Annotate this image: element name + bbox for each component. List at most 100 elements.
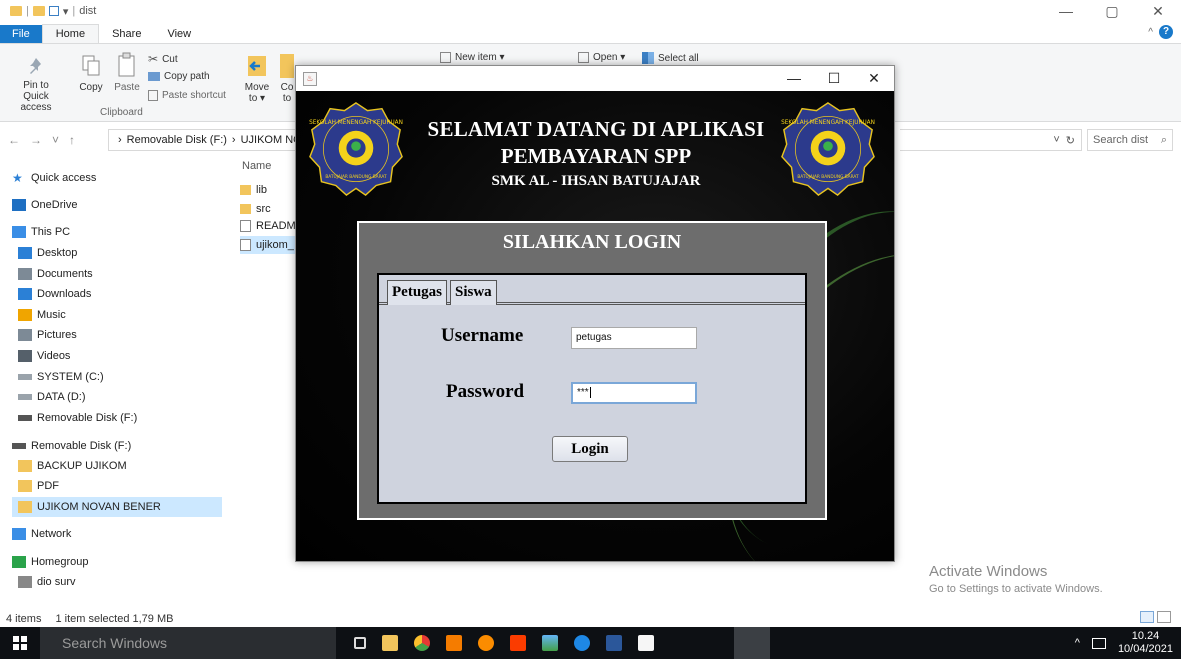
app-close-button[interactable]: ✕ bbox=[854, 66, 894, 91]
nav-item[interactable]: PDF bbox=[18, 476, 59, 496]
recent-dropdown-icon[interactable]: ˅ bbox=[52, 133, 59, 147]
breadcrumb[interactable]: › Removable Disk (F:) › UJIKOM NO bbox=[108, 129, 298, 151]
breadcrumb-item[interactable]: UJIKOM NO bbox=[241, 134, 297, 146]
paste-button[interactable]: Paste bbox=[112, 44, 142, 93]
paste-shortcut-button[interactable]: Paste shortcut bbox=[148, 90, 226, 101]
search-box[interactable]: Search dist ⌕ bbox=[1087, 129, 1173, 151]
checkbox-icon[interactable] bbox=[48, 6, 59, 16]
tab-file[interactable]: File bbox=[0, 25, 42, 44]
notification-icon[interactable] bbox=[1091, 637, 1106, 649]
file-row[interactable]: src bbox=[240, 200, 300, 218]
paste-shortcut-icon bbox=[148, 90, 158, 101]
breadcrumb-item[interactable]: Removable Disk (F:) bbox=[127, 134, 227, 146]
dropdown-icon[interactable]: ▾ bbox=[63, 5, 69, 18]
app-maximize-button[interactable]: ☐ bbox=[814, 66, 854, 91]
forward-arrow-icon[interactable]: → bbox=[30, 133, 42, 147]
clock[interactable]: 10.24 10/04/2021 bbox=[1118, 630, 1173, 656]
sublime-text-icon[interactable] bbox=[446, 635, 462, 651]
nav-item[interactable]: Videos bbox=[18, 346, 70, 366]
start-button[interactable] bbox=[0, 627, 40, 659]
file-row[interactable]: READMI bbox=[240, 217, 300, 235]
select-all-button[interactable]: Select all bbox=[642, 52, 699, 64]
taskbar-search-input[interactable]: Search Windows bbox=[62, 635, 167, 651]
task-view-icon[interactable] bbox=[354, 637, 366, 649]
copy-button[interactable]: Copy bbox=[78, 44, 104, 93]
folder-icon[interactable] bbox=[32, 6, 45, 16]
xampp-icon[interactable] bbox=[478, 635, 494, 651]
refresh-icon[interactable]: ↻ bbox=[1066, 134, 1075, 147]
file-row[interactable]: ujikom_ bbox=[240, 236, 300, 254]
nav-item[interactable]: Removable Disk (F:) bbox=[12, 436, 131, 456]
search-input[interactable]: Search dist bbox=[1093, 134, 1148, 146]
chevron-up-icon[interactable]: ^ bbox=[1075, 637, 1080, 649]
nav-item-label: DATA (D:) bbox=[37, 391, 86, 403]
maximize-button[interactable]: ▢ bbox=[1089, 0, 1135, 22]
edge-icon[interactable] bbox=[574, 635, 590, 651]
large-icons-view-icon[interactable] bbox=[1157, 611, 1171, 623]
nav-item[interactable]: Pictures bbox=[18, 325, 77, 345]
nav-item[interactable]: OneDrive bbox=[12, 195, 77, 215]
chevron-up-icon[interactable]: ^ bbox=[1148, 27, 1153, 38]
java-icon: ♨ bbox=[303, 71, 317, 86]
nav-item[interactable]: ★ Quick access bbox=[12, 168, 96, 188]
nav-item[interactable]: Homegroup bbox=[12, 552, 88, 572]
nav-item[interactable]: SYSTEM (C:) bbox=[18, 367, 104, 387]
star-icon: ★ bbox=[12, 171, 23, 185]
login-app-window: ♨ — ☐ ✕ SEKOLAH MENENGAH KEJURUAN BATUJA… bbox=[295, 65, 895, 562]
cut-button[interactable]: ✂ Cut bbox=[148, 52, 178, 66]
password-field[interactable]: *** bbox=[571, 382, 697, 404]
scissors-icon: ✂ bbox=[148, 52, 159, 66]
username-field[interactable]: petugas bbox=[571, 327, 697, 349]
logo-text: BATUJAJAR BANDUNG BARAT bbox=[797, 174, 859, 180]
nav-item[interactable]: Music bbox=[18, 305, 66, 325]
taskbar-search[interactable]: Search Windows bbox=[40, 627, 336, 659]
nav-item[interactable]: DATA (D:) bbox=[18, 387, 85, 407]
new-item-button[interactable]: New item ▾ bbox=[440, 52, 504, 63]
app-window-controls: — ☐ ✕ bbox=[774, 66, 894, 91]
nav-item[interactable]: Downloads bbox=[18, 284, 91, 304]
minimize-button[interactable]: — bbox=[1043, 0, 1089, 22]
close-button[interactable]: ✕ bbox=[1135, 0, 1181, 22]
column-header-name[interactable]: Name bbox=[242, 160, 271, 172]
up-arrow-icon[interactable]: ↑ bbox=[69, 133, 75, 147]
back-arrow-icon[interactable]: ← bbox=[8, 133, 20, 147]
network-icon bbox=[12, 528, 26, 540]
nav-item[interactable]: This PC bbox=[12, 222, 70, 242]
pin-to-quick-access-button[interactable]: Pin to Quick access bbox=[10, 44, 62, 113]
nav-item[interactable]: Documents bbox=[18, 264, 93, 284]
java-app-icon[interactable] bbox=[638, 635, 654, 651]
chevron-down-icon[interactable]: ˅ bbox=[1053, 134, 1059, 146]
nav-item[interactable]: Removable Disk (F:) bbox=[18, 408, 137, 428]
open-button[interactable]: Open ▾ bbox=[578, 52, 625, 63]
nav-item[interactable]: Desktop bbox=[18, 243, 77, 263]
file-name: READMI bbox=[256, 220, 299, 232]
nav-item[interactable]: UJIKOM NOVAN BENER bbox=[12, 497, 222, 517]
tab-siswa[interactable]: Siswa bbox=[450, 280, 497, 305]
details-view-icon[interactable] bbox=[1140, 611, 1154, 623]
window-title: dist bbox=[79, 5, 97, 17]
word-icon[interactable] bbox=[606, 635, 622, 651]
nav-item[interactable]: BACKUP UJIKOM bbox=[18, 456, 127, 476]
nav-item[interactable]: dio surv bbox=[18, 572, 76, 592]
copy-to-button[interactable]: Co to bbox=[280, 44, 294, 104]
login-button[interactable]: Login bbox=[552, 436, 628, 462]
nav-item[interactable]: Network bbox=[12, 524, 71, 544]
cloud-icon bbox=[12, 199, 26, 211]
tab-share[interactable]: Share bbox=[99, 25, 154, 44]
tab-petugas[interactable]: Petugas bbox=[387, 280, 447, 305]
file-row[interactable]: lib bbox=[240, 181, 300, 199]
nav-item-label: Documents bbox=[37, 268, 93, 280]
help-icon[interactable]: ? bbox=[1159, 25, 1173, 39]
move-to-button[interactable]: Move to ▾ bbox=[244, 44, 270, 104]
chrome-icon[interactable] bbox=[414, 635, 430, 651]
nav-item-label: Network bbox=[31, 528, 72, 540]
file-explorer-icon[interactable] bbox=[382, 635, 398, 651]
photos-icon[interactable] bbox=[542, 635, 558, 651]
nav-item-label: This PC bbox=[31, 226, 71, 238]
xampp-control-icon[interactable] bbox=[510, 635, 526, 651]
tab-view[interactable]: View bbox=[154, 25, 204, 44]
downloads-icon bbox=[18, 288, 32, 300]
tab-home[interactable]: Home bbox=[41, 24, 100, 44]
app-minimize-button[interactable]: — bbox=[774, 66, 814, 91]
copy-path-button[interactable]: Copy path bbox=[148, 71, 210, 82]
